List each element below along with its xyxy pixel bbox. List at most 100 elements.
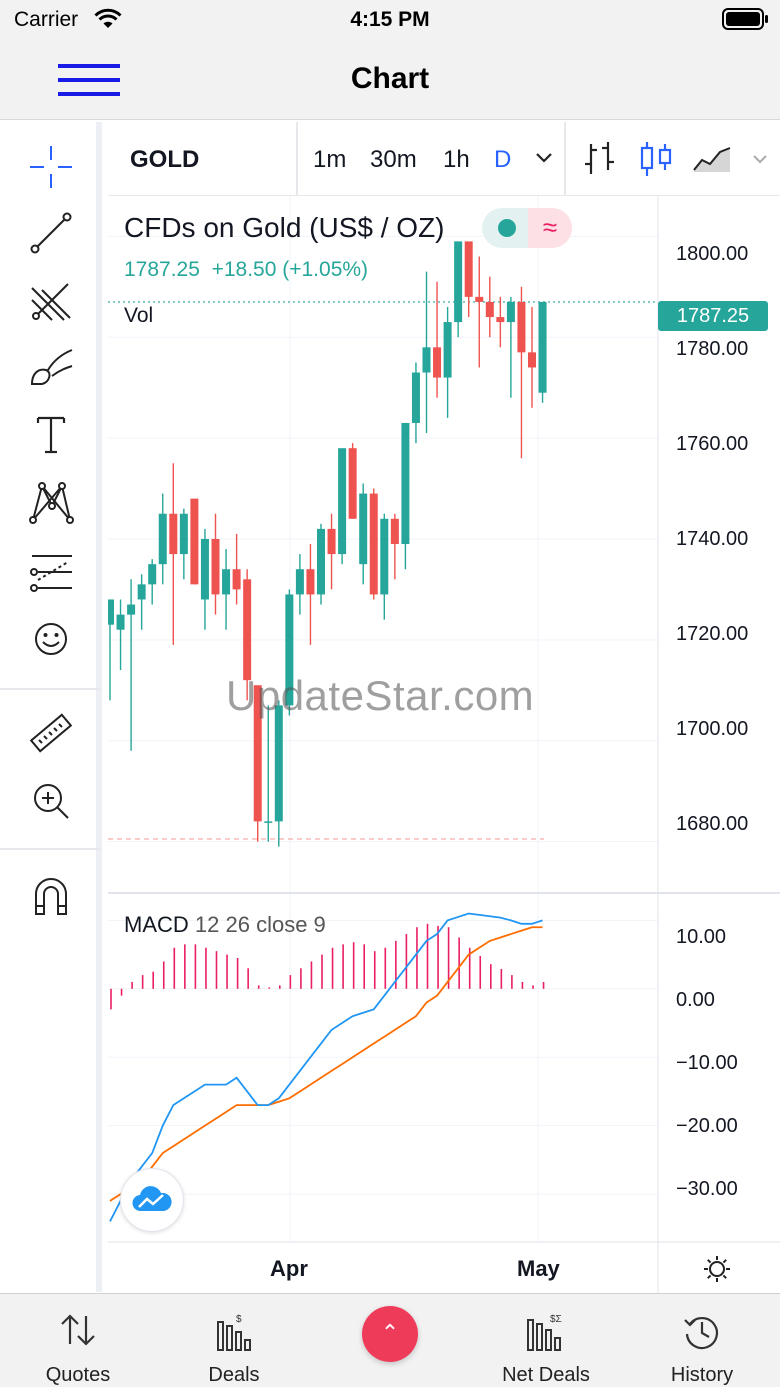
tab-net-deals[interactable]: $Σ Net Deals	[468, 1294, 624, 1387]
tab-label: Deals	[208, 1364, 260, 1386]
toolbar-divider	[0, 848, 100, 850]
interval-d[interactable]: D	[494, 146, 511, 174]
divider	[564, 122, 566, 196]
tab-quotes[interactable]: Quotes	[0, 1294, 156, 1387]
emoji-icon[interactable]	[24, 612, 78, 666]
price-axis-label: 1720.00	[676, 623, 749, 645]
net-deals-icon: $Σ	[468, 1312, 624, 1357]
candle-body	[475, 296, 484, 302]
candle-body	[264, 821, 273, 823]
chevron-up-icon: ⌃	[380, 1320, 400, 1345]
volume-label: Vol	[124, 304, 154, 327]
candle-body	[295, 569, 304, 595]
trade-button[interactable]: ⌃	[362, 1306, 418, 1362]
price-axis-label: 1760.00	[676, 433, 749, 455]
pitchfork-icon[interactable]	[24, 274, 78, 328]
candle-body	[190, 498, 199, 585]
candle-body	[390, 518, 399, 544]
symbol-selector[interactable]: GOLD	[130, 146, 199, 174]
ruler-icon[interactable]	[24, 708, 78, 762]
toolbar-divider	[0, 688, 100, 690]
interval-30m[interactable]: 30m	[370, 146, 417, 174]
candle-body	[158, 513, 167, 565]
candle-body	[243, 579, 252, 681]
candle-body	[454, 241, 463, 323]
macd-params: 12 26 close 9	[194, 912, 326, 937]
candle-body	[338, 448, 347, 555]
candle-body	[433, 347, 442, 378]
zoom-icon[interactable]	[24, 774, 78, 828]
candle-body	[285, 594, 294, 706]
svg-text:$Σ: $Σ	[550, 1314, 562, 1325]
candle-body	[485, 301, 494, 318]
last-price-tag: 1787.25	[658, 301, 768, 331]
candles-icon[interactable]	[638, 140, 674, 183]
hamburger-icon[interactable]	[56, 62, 122, 98]
candle-body	[108, 599, 114, 625]
candle-body	[380, 518, 389, 595]
brush-icon[interactable]	[24, 340, 78, 394]
candle-body	[253, 685, 262, 822]
legend-toggle[interactable]: ≈	[482, 208, 572, 248]
legend-title: CFDs on Gold (US$ / OZ)	[124, 212, 445, 243]
candle-body	[538, 301, 547, 393]
candle-body	[116, 614, 125, 630]
clock: 4:15 PM	[350, 8, 430, 31]
macd-axis-label: −10.00	[676, 1052, 738, 1074]
candle-body	[317, 528, 325, 595]
candle-body	[359, 493, 368, 565]
interval-1m[interactable]: 1m	[313, 146, 346, 174]
legend-price: 1787.25 +18.50 (+1.05%)	[124, 258, 368, 282]
tab-label: History	[670, 1364, 734, 1386]
candle-body	[137, 584, 146, 600]
battery-icon	[722, 8, 768, 35]
chevron-down-icon[interactable]	[752, 152, 768, 170]
candle-body	[369, 493, 378, 595]
macd-axis-label: −20.00	[676, 1115, 738, 1137]
macd-name: MACD	[124, 912, 189, 937]
macd-axis-label: 10.00	[676, 926, 727, 948]
macd-axis-label: 0.00	[676, 989, 715, 1011]
tab-label: Net Deals	[502, 1364, 590, 1386]
svg-text:$: $	[236, 1314, 242, 1325]
pattern-icon[interactable]	[24, 476, 78, 530]
trend-line-icon[interactable]	[24, 206, 78, 260]
price-change: +18.50 (+1.05%)	[211, 258, 369, 281]
macd-axis-label: −30.00	[676, 1178, 738, 1200]
prediction-icon[interactable]	[24, 544, 78, 598]
candle-body	[211, 538, 220, 595]
interval-1h[interactable]: 1h	[443, 146, 470, 174]
candle-body	[506, 301, 515, 323]
candle-body	[411, 372, 420, 423]
candle-body	[200, 538, 209, 600]
macd-legend: MACD 12 26 close 9	[124, 912, 326, 938]
tab-deals[interactable]: $ Deals	[156, 1294, 312, 1387]
price-axis-label: 1780.00	[676, 338, 749, 360]
history-icon	[624, 1312, 780, 1357]
text-icon[interactable]	[24, 408, 78, 462]
candle-body	[422, 347, 431, 373]
candle-body	[169, 513, 178, 555]
candle-body	[464, 241, 473, 297]
status-bar: Carrier 4:15 PM	[0, 0, 780, 40]
candle-body	[528, 352, 536, 368]
candle-body	[327, 528, 336, 555]
candle-body	[496, 317, 505, 323]
bars-icon[interactable]	[582, 140, 618, 183]
magnet-icon[interactable]	[24, 868, 78, 922]
chevron-down-icon[interactable]	[534, 150, 554, 171]
area-icon[interactable]	[692, 144, 732, 179]
quotes-icon	[0, 1312, 156, 1353]
navigation-bar: Chart	[0, 40, 780, 120]
candle-body	[148, 564, 157, 585]
candle-body	[274, 705, 283, 822]
settings-gear-icon[interactable]	[702, 1254, 732, 1289]
time-axis-label: May	[517, 1256, 560, 1281]
candle-body	[306, 569, 315, 595]
crosshair-icon[interactable]	[24, 140, 78, 194]
candle-body	[179, 513, 188, 555]
tab-history[interactable]: History	[624, 1294, 780, 1387]
candle-body	[127, 604, 136, 615]
cloud-icon[interactable]	[120, 1168, 184, 1232]
candle-body	[443, 322, 452, 378]
